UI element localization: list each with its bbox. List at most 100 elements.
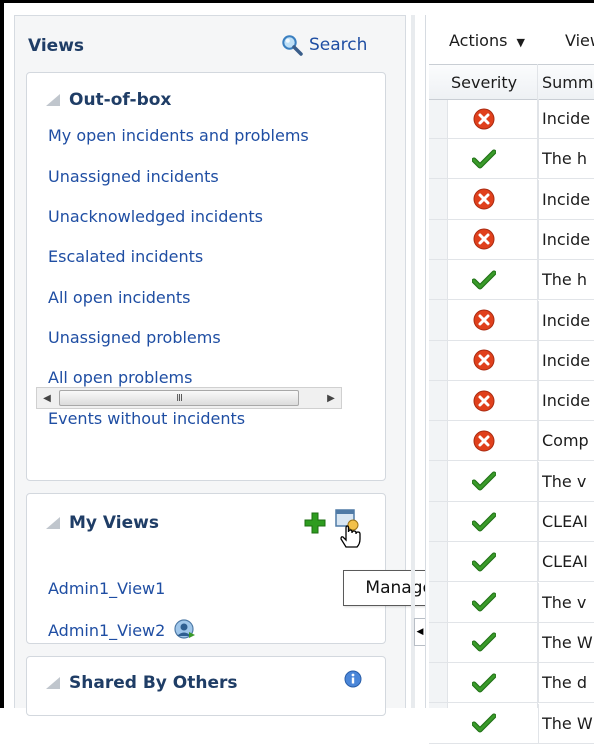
critical-x-icon	[473, 430, 494, 452]
manage-views-icon[interactable]	[333, 508, 367, 550]
view-link-unassigned-problems[interactable]: Unassigned problems	[48, 328, 221, 347]
scroll-right-arrow-icon[interactable]: ▶	[321, 388, 341, 408]
view-link-my-open-incidents-and-problems[interactable]: My open incidents and problems	[48, 126, 309, 145]
summary-cell[interactable]: Incide	[542, 180, 594, 219]
chevron-down-icon: ▼	[516, 36, 526, 49]
shared-by-others-header[interactable]: Shared By Others	[45, 673, 238, 693]
summary-cell[interactable]: The v	[542, 462, 594, 501]
critical-x-icon	[473, 108, 494, 129]
severity-cell	[429, 99, 539, 138]
shared-view-icon	[174, 619, 196, 639]
summary-cell[interactable]: Comp	[542, 421, 594, 460]
table-row[interactable]: CLEAI	[429, 502, 594, 542]
panel-splitter[interactable]	[411, 15, 415, 708]
summary-cell[interactable]: The h	[542, 139, 594, 178]
summary-cell[interactable]: Incide	[542, 220, 594, 259]
severity-cell	[429, 340, 539, 380]
table-row[interactable]: The h	[429, 260, 594, 301]
severity-cell	[429, 260, 539, 300]
disclose-triangle-icon	[46, 94, 60, 106]
summary-cell[interactable]: Incide	[542, 341, 594, 380]
severity-cell	[429, 663, 539, 703]
views-title: Views	[28, 36, 85, 56]
table-row[interactable]: Incide	[429, 179, 594, 220]
table-row[interactable]: Comp	[429, 421, 594, 462]
summary-cell[interactable]: Incide	[542, 381, 594, 420]
green-check-icon	[471, 149, 496, 169]
table-row[interactable]: Incide	[429, 340, 594, 381]
severity-cell	[429, 179, 539, 219]
summary-cell[interactable]: Incide	[542, 99, 594, 138]
table-row[interactable]: The d	[429, 663, 594, 704]
severity-cell	[429, 421, 539, 461]
severity-cell	[429, 622, 539, 662]
critical-x-icon	[473, 390, 494, 412]
summary-cell[interactable]: The d	[542, 663, 594, 702]
search-label: Search	[309, 35, 368, 55]
green-check-icon	[471, 632, 496, 652]
table-row[interactable]: The W	[429, 622, 594, 663]
view-link-unacknowledged-incidents[interactable]: Unacknowledged incidents	[48, 207, 263, 226]
severity-cell	[429, 582, 539, 622]
search-link[interactable]: Search	[281, 30, 367, 60]
window-left-border	[0, 0, 4, 708]
table-row[interactable]: The W	[429, 703, 594, 744]
summary-cell[interactable]: Incide	[542, 301, 594, 340]
view-link-all-open-incidents[interactable]: All open incidents	[48, 288, 191, 307]
my-view-label: Admin1_View2	[48, 620, 166, 640]
view-link-escalated-incidents[interactable]: Escalated incidents	[48, 247, 203, 266]
summary-cell[interactable]: CLEAI	[542, 542, 594, 581]
column-header-summary[interactable]: Summary	[542, 65, 594, 99]
my-views-header[interactable]: My Views	[45, 513, 159, 533]
view-link-events-without-incidents[interactable]: Events without incidents	[48, 409, 245, 428]
info-icon[interactable]	[344, 670, 362, 688]
plus-icon[interactable]	[304, 512, 326, 534]
table-row[interactable]: CLEAI	[429, 542, 594, 583]
table-row[interactable]: Incide	[429, 381, 594, 422]
out-of-box-title: Out-of-box	[69, 90, 172, 110]
horizontal-scrollbar[interactable]: ◀ III ▶	[36, 387, 342, 409]
table-row[interactable]: The v	[429, 582, 594, 623]
table-row[interactable]: The v	[429, 461, 594, 502]
critical-x-icon	[473, 309, 494, 331]
view-link-all-open-problems[interactable]: All open problems	[48, 368, 192, 387]
summary-cell[interactable]: The W	[542, 623, 594, 662]
view-menu[interactable]: View	[565, 31, 594, 50]
scroll-left-arrow-icon[interactable]: ◀	[37, 388, 57, 408]
scrollbar-thumb[interactable]: III	[59, 390, 299, 406]
critical-x-icon	[473, 349, 494, 371]
table-row[interactable]: Incide	[429, 300, 594, 341]
shared-by-others-section: Shared By Others	[26, 656, 386, 716]
disclose-triangle-icon	[46, 517, 60, 529]
actions-menu[interactable]: Actions ▼	[449, 31, 525, 50]
view-link-unassigned-incidents[interactable]: Unassigned incidents	[48, 167, 219, 186]
green-check-icon	[471, 552, 496, 572]
summary-cell[interactable]: The v	[542, 583, 594, 622]
green-check-icon	[471, 592, 496, 612]
actions-label: Actions	[449, 31, 508, 50]
summary-cell[interactable]: The W	[542, 704, 594, 743]
out-of-box-header[interactable]: Out-of-box	[45, 90, 171, 110]
summary-cell[interactable]: CLEAI	[542, 502, 594, 541]
summary-cell[interactable]: The h	[542, 260, 594, 299]
my-view-link-admin1-view2[interactable]: Admin1_View2	[48, 619, 197, 641]
table-row[interactable]: Incide	[429, 219, 594, 260]
my-view-link-admin1-view1[interactable]: Admin1_View1	[48, 579, 165, 598]
green-check-icon	[471, 512, 496, 531]
shared-by-others-title: Shared By Others	[69, 673, 238, 693]
severity-cell	[429, 219, 539, 259]
green-check-icon	[471, 713, 496, 733]
disclose-triangle-icon	[46, 677, 60, 689]
severity-cell	[429, 461, 539, 501]
severity-cell	[429, 381, 539, 421]
scrollbar-grip: III	[176, 392, 183, 404]
window-top-border	[0, 0, 594, 3]
table-row[interactable]: Incide	[429, 99, 594, 139]
table-row[interactable]: The h	[429, 139, 594, 180]
column-header-severity[interactable]: Severity	[451, 65, 517, 99]
my-views-section: My Views Admin1_View1 Admin1_View2	[26, 493, 386, 644]
magnifier-icon	[282, 35, 303, 56]
my-views-title: My Views	[69, 513, 159, 533]
severity-cell	[429, 703, 539, 743]
severity-cell	[429, 139, 539, 179]
